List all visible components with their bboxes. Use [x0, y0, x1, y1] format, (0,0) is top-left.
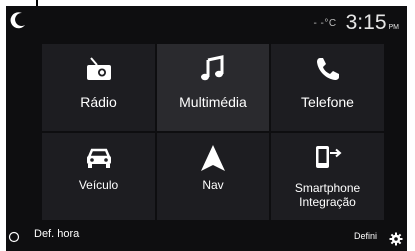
tile-multimedia-label: Multimédia [179, 94, 247, 110]
tile-nav[interactable]: Nav [157, 133, 269, 220]
tile-radio[interactable]: Rádio [42, 44, 155, 131]
music-note-icon [201, 55, 224, 81]
clock-ampm: PM [388, 24, 400, 31]
status-bar: - -°C 3:15 PM [313, 12, 399, 34]
night-mode-moon-icon[interactable] [8, 9, 30, 31]
home-menu-grid: Rádio Multimédia Telefone Veículo Nav Sm… [42, 44, 384, 220]
radio-icon [86, 57, 111, 80]
tile-multimedia[interactable]: Multimédia [157, 44, 269, 131]
clock-setting-icon [8, 231, 20, 243]
infotainment-screen: - -°C 3:15 PM Rádio Multimédia Telefone … [6, 6, 407, 251]
tile-nav-label: Nav [202, 178, 224, 192]
gear-icon [389, 232, 403, 246]
settings-label: Defini [353, 231, 377, 241]
tile-phone[interactable]: Telefone [271, 44, 384, 131]
phone-icon [316, 58, 339, 80]
time-setting-shortcut[interactable]: Def. hora [8, 228, 80, 243]
tile-vehicle[interactable]: Veículo [42, 133, 155, 220]
tile-smartphone-integration-label: Smartphone Integração [294, 181, 361, 209]
navigation-arrow-icon [201, 145, 225, 171]
clock-time: 3:15 [345, 11, 387, 34]
tile-radio-label: Rádio [80, 94, 117, 110]
temperature-readout: - -°C [313, 18, 337, 29]
smartphone-projection-icon [315, 146, 342, 168]
car-icon [86, 148, 111, 168]
tile-phone-label: Telefone [301, 94, 354, 110]
tile-smartphone-integration[interactable]: Smartphone Integração [271, 133, 384, 220]
tile-vehicle-label: Veículo [78, 178, 119, 192]
settings-shortcut[interactable]: Defini [353, 231, 403, 246]
time-setting-label: Def. hora [34, 228, 80, 240]
